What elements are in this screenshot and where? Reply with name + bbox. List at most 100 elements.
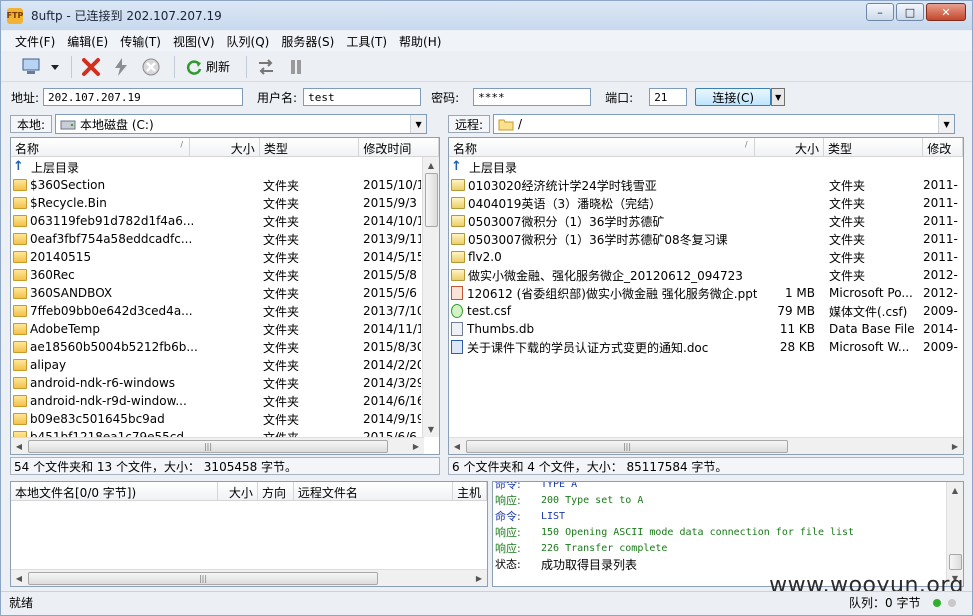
remote-col-type[interactable]: 类型 (824, 138, 924, 157)
menu-file[interactable]: 文件(F) (9, 33, 61, 50)
connect-button[interactable]: 连接(C) (695, 88, 772, 106)
local-path-dropdown[interactable]: ▼ (410, 115, 427, 133)
remote-file-row[interactable]: 0503007微积分（1）36学时苏德矿08冬复习课 文件夹 2011- (449, 230, 961, 248)
queue-col-direction[interactable]: 方向 (258, 482, 294, 501)
connect-dropdown-button[interactable]: ▼ (771, 88, 786, 106)
menu-help[interactable]: 帮助(H) (393, 33, 447, 50)
local-hscroll-thumb[interactable]: ||| (28, 440, 388, 453)
local-col-type[interactable]: 类型 (260, 138, 360, 157)
minimize-button[interactable]: – (866, 3, 894, 21)
scroll-up-icon[interactable]: ▲ (947, 482, 963, 498)
file-type: 文件夹 (263, 358, 300, 373)
queue-hscrollbar[interactable]: ◀ ||| ▶ (11, 569, 487, 586)
local-file-row[interactable]: $360Section 文件夹 2015/10/1 (11, 176, 421, 194)
scroll-right-icon[interactable]: ▶ (947, 438, 963, 454)
local-file-row[interactable]: 360SANDBOX 文件夹 2015/5/6 (11, 284, 421, 302)
queue-col-remote[interactable]: 远程文件名 (294, 482, 454, 501)
menu-transfer[interactable]: 传输(T) (114, 33, 167, 50)
queue-col-local[interactable]: 本地文件名[0/0 字节]) (11, 482, 219, 501)
remote-hscroll-thumb[interactable]: ||| (466, 440, 788, 453)
queue-hscroll-thumb[interactable]: ||| (28, 572, 378, 585)
local-file-row[interactable]: 360Rec 文件夹 2015/5/8 (11, 266, 421, 284)
port-input[interactable] (649, 88, 688, 106)
local-file-row[interactable]: $Recycle.Bin 文件夹 2015/9/3 (11, 194, 421, 212)
local-up-row[interactable]: ↑ 上层目录 (11, 158, 421, 176)
remote-up-row[interactable]: ↑ 上层目录 (449, 158, 961, 176)
local-file-row[interactable]: android-ndk-r9d-window... 文件夹 2014/6/16 (11, 392, 421, 410)
remote-file-row[interactable]: 120612 (省委组织部)做实小微金融 强化服务微企.ppt 1 MB Micro… (449, 284, 961, 302)
username-input[interactable] (303, 88, 422, 106)
local-file-list[interactable]: 名称 / 大小 类型 修改时间 ↑ 上层目录 $360Section 文件夹 2015/… (10, 137, 440, 455)
local-vscrollbar[interactable]: ▲ ▼ (422, 157, 439, 437)
remote-path-dropdown[interactable]: ▼ (938, 115, 955, 133)
menu-edit[interactable]: 编辑(E) (61, 33, 114, 50)
local-file-row[interactable]: alipay 文件夹 2014/2/20 (11, 356, 421, 374)
scroll-left-icon[interactable]: ◀ (449, 438, 465, 454)
remote-col-size[interactable]: 大小 (755, 138, 825, 157)
local-file-row[interactable]: 0eaf3fbf754a58eddcadfc... 文件夹 2013/9/11 (11, 230, 421, 248)
site-manager-button[interactable] (19, 55, 45, 79)
local-file-row[interactable]: 063119feb91d782d1f4a6... 文件夹 2014/10/1 (11, 212, 421, 230)
local-file-row[interactable]: b09e83c501645bc9ad 文件夹 2014/9/19 (11, 410, 421, 428)
remote-file-list[interactable]: 名称 / 大小 类型 修改 ↑ 上层目录 0103020经济统计学24学时钱雪亚 文件… (448, 137, 964, 455)
refresh-button[interactable]: 刷新 (181, 58, 234, 76)
menu-server[interactable]: 服务器(S) (275, 33, 340, 50)
transfer-queue[interactable]: 本地文件名[0/0 字节]) 大小 方向 远程文件名 主机 ◀ ||| ▶ (10, 481, 488, 587)
remote-file-row[interactable]: 0503007微积分（1）36学时苏德矿 文件夹 2011- (449, 212, 961, 230)
window-title: 8uftp - 已连接到 202.107.207.19 (31, 9, 222, 23)
remote-file-row[interactable]: 关于课件下载的学员认证方式变更的通知.doc 28 KB Microsoft W..… (449, 338, 961, 356)
file-modified: 2014/6/16 (363, 394, 421, 408)
file-type: 文件夹 (829, 214, 866, 229)
remote-file-row[interactable]: 做实小微金融、强化服务微企_20120612_094723 文件夹 2012- (449, 266, 961, 284)
queue-col-size[interactable]: 大小 (218, 482, 258, 501)
log-lines: 命令: TYPE A 响应: 200 Type set to A 命令: LIST 响应: 1… (493, 482, 854, 572)
local-file-row[interactable]: 20140515 文件夹 2014/5/15 (11, 248, 421, 266)
local-col-size[interactable]: 大小 (190, 138, 260, 157)
file-name-text: $360Section (30, 178, 106, 192)
pause-button[interactable] (283, 55, 309, 79)
local-col-name[interactable]: 名称 / (11, 138, 191, 157)
close-button[interactable]: ✕ (926, 3, 966, 21)
local-vscroll-thumb[interactable] (425, 173, 438, 227)
stop-button[interactable] (138, 55, 164, 79)
file-name-text: 0eaf3fbf754a58eddcadfc... (30, 232, 193, 246)
remote-col-modified[interactable]: 修改 (923, 138, 963, 157)
address-input[interactable] (43, 88, 244, 106)
log-label: 命令: (495, 510, 521, 523)
scroll-right-icon[interactable]: ▶ (471, 570, 487, 586)
scroll-right-icon[interactable]: ▶ (408, 438, 424, 454)
remote-hscrollbar[interactable]: ◀ ||| ▶ (449, 437, 963, 454)
log-vscroll-thumb[interactable] (949, 554, 962, 570)
remote-file-row[interactable]: Thumbs.db 11 KB Data Base File 2014- (449, 320, 961, 338)
scroll-left-icon[interactable]: ◀ (11, 438, 27, 454)
local-file-row[interactable]: 7ffeb09bb0e642d3ced4a... 文件夹 2013/7/10 (11, 302, 421, 320)
remote-file-row[interactable]: test.csf 79 MB 媒体文件(.csf) 2009- (449, 302, 961, 320)
remote-file-row[interactable]: 0404019英语（3）潘晓松（完结） 文件夹 2011- (449, 194, 961, 212)
disconnect-button[interactable] (78, 55, 104, 79)
maximize-button[interactable]: □ (896, 3, 924, 21)
queue-col-host[interactable]: 主机 (453, 482, 487, 501)
menu-tools[interactable]: 工具(T) (340, 33, 393, 50)
local-file-row[interactable]: ae18560b5004b5212fb6b... 文件夹 2015/8/30 (11, 338, 421, 356)
scroll-up-icon[interactable]: ▲ (423, 157, 439, 173)
remote-file-row[interactable]: 0103020经济统计学24学时钱雪亚 文件夹 2011- (449, 176, 961, 194)
site-dropdown-button[interactable] (49, 55, 61, 79)
title-bar: FTP 8uftp - 已连接到 202.107.207.19 – □ ✕ (1, 1, 972, 30)
menu-view[interactable]: 视图(V) (167, 33, 221, 50)
remote-path-combo[interactable]: / ▼ (493, 114, 956, 134)
menu-queue[interactable]: 队列(Q) (221, 33, 276, 50)
password-input[interactable] (473, 88, 592, 106)
local-path-combo[interactable]: 本地磁盘 (C:) ▼ (55, 114, 428, 134)
scroll-left-icon[interactable]: ◀ (11, 570, 27, 586)
sync-browse-button[interactable] (253, 55, 279, 79)
remote-file-row[interactable]: flv2.0 文件夹 2011- (449, 248, 961, 266)
remote-col-name[interactable]: 名称 / (449, 138, 755, 157)
log-vscrollbar[interactable]: ▲ ▼ (946, 482, 963, 586)
local-file-row[interactable]: android-ndk-r6-windows 文件夹 2014/3/29 (11, 374, 421, 392)
local-col-modified[interactable]: 修改时间 (359, 138, 439, 157)
log-panel[interactable]: 命令: TYPE A 响应: 200 Type set to A 命令: LIST 响应: 1… (492, 481, 964, 587)
scroll-down-icon[interactable]: ▼ (423, 421, 439, 437)
quick-connect-button[interactable] (108, 55, 134, 79)
local-file-row[interactable]: AdobeTemp 文件夹 2014/11/1 (11, 320, 421, 338)
local-hscrollbar[interactable]: ◀ ||| ▶ (11, 437, 424, 454)
